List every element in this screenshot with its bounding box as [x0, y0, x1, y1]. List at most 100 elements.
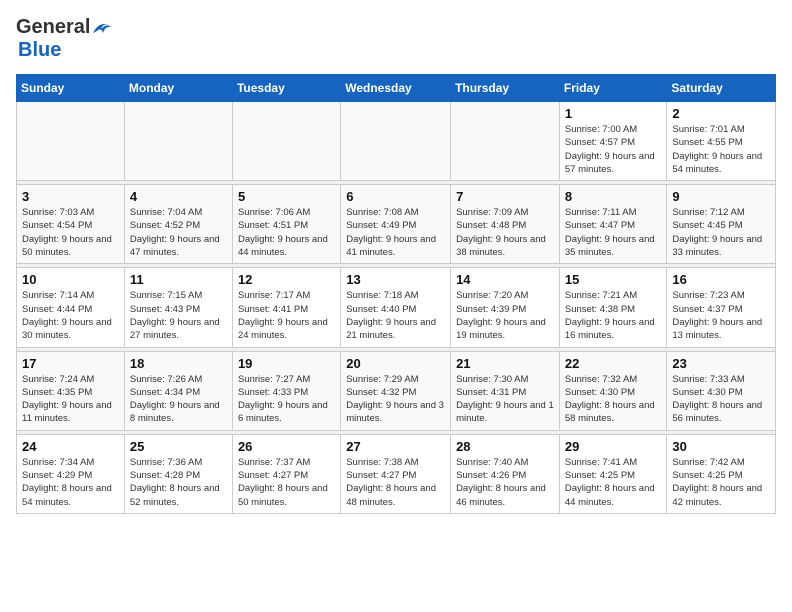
- day-number: 4: [130, 189, 227, 204]
- logo: General Blue: [16, 16, 113, 62]
- calendar-day: 9 Sunrise: 7:12 AM Sunset: 4:45 PM Daylig…: [667, 185, 776, 264]
- day-info: Sunrise: 7:09 AM Sunset: 4:48 PM Dayligh…: [456, 206, 554, 259]
- calendar-day: [124, 102, 232, 181]
- calendar-week-row: 24 Sunrise: 7:34 AM Sunset: 4:29 PM Dayli…: [17, 434, 776, 513]
- day-info: Sunrise: 7:40 AM Sunset: 4:26 PM Dayligh…: [456, 456, 554, 509]
- day-info: Sunrise: 7:38 AM Sunset: 4:27 PM Dayligh…: [346, 456, 445, 509]
- day-info: Sunrise: 7:01 AM Sunset: 4:55 PM Dayligh…: [672, 123, 770, 176]
- day-number: 14: [456, 272, 554, 287]
- calendar-day: 4 Sunrise: 7:04 AM Sunset: 4:52 PM Daylig…: [124, 185, 232, 264]
- calendar-day: 27 Sunrise: 7:38 AM Sunset: 4:27 PM Dayli…: [341, 434, 451, 513]
- day-number: 6: [346, 189, 445, 204]
- calendar-day: [341, 102, 451, 181]
- calendar-week-row: 10 Sunrise: 7:14 AM Sunset: 4:44 PM Dayli…: [17, 268, 776, 347]
- day-number: 15: [565, 272, 662, 287]
- day-info: Sunrise: 7:06 AM Sunset: 4:51 PM Dayligh…: [238, 206, 335, 259]
- day-info: Sunrise: 7:12 AM Sunset: 4:45 PM Dayligh…: [672, 206, 770, 259]
- calendar-week-row: 3Sunrise: 7:03 AM Sunset: 4:54 PM Daylig…: [17, 185, 776, 264]
- col-header-sunday: Sunday: [17, 75, 125, 102]
- day-info: Sunrise: 7:36 AM Sunset: 4:28 PM Dayligh…: [130, 456, 227, 509]
- day-info: Sunrise: 7:08 AM Sunset: 4:49 PM Dayligh…: [346, 206, 445, 259]
- day-info: Sunrise: 7:34 AM Sunset: 4:29 PM Dayligh…: [22, 456, 119, 509]
- day-number: 23: [672, 356, 770, 371]
- day-number: 18: [130, 356, 227, 371]
- day-info: Sunrise: 7:15 AM Sunset: 4:43 PM Dayligh…: [130, 289, 227, 342]
- calendar-day: 24 Sunrise: 7:34 AM Sunset: 4:29 PM Dayli…: [17, 434, 125, 513]
- calendar-day: [451, 102, 560, 181]
- calendar-day: 25 Sunrise: 7:36 AM Sunset: 4:28 PM Dayli…: [124, 434, 232, 513]
- calendar-week-row: 1Sunrise: 7:00 AM Sunset: 4:57 PM Daylig…: [17, 102, 776, 181]
- day-number: 1: [565, 106, 662, 121]
- col-header-wednesday: Wednesday: [341, 75, 451, 102]
- day-number: 25: [130, 439, 227, 454]
- day-number: 29: [565, 439, 662, 454]
- day-number: 2: [672, 106, 770, 121]
- day-number: 27: [346, 439, 445, 454]
- day-info: Sunrise: 7:23 AM Sunset: 4:37 PM Dayligh…: [672, 289, 770, 342]
- calendar-day: 28 Sunrise: 7:40 AM Sunset: 4:26 PM Dayli…: [451, 434, 560, 513]
- calendar-day: 18 Sunrise: 7:26 AM Sunset: 4:34 PM Dayli…: [124, 351, 232, 430]
- calendar-day: 26Sunrise: 7:37 AM Sunset: 4:27 PM Dayli…: [232, 434, 340, 513]
- calendar-day: 3Sunrise: 7:03 AM Sunset: 4:54 PM Daylig…: [17, 185, 125, 264]
- day-number: 12: [238, 272, 335, 287]
- calendar-day: [232, 102, 340, 181]
- calendar-day: 13 Sunrise: 7:18 AM Sunset: 4:40 PM Dayli…: [341, 268, 451, 347]
- logo-bird-icon: [91, 19, 113, 37]
- col-header-tuesday: Tuesday: [232, 75, 340, 102]
- calendar-day: 20Sunrise: 7:29 AM Sunset: 4:32 PM Dayli…: [341, 351, 451, 430]
- calendar-day: 23Sunrise: 7:33 AM Sunset: 4:30 PM Dayli…: [667, 351, 776, 430]
- calendar-day: 30 Sunrise: 7:42 AM Sunset: 4:25 PM Dayli…: [667, 434, 776, 513]
- day-number: 19: [238, 356, 335, 371]
- day-info: Sunrise: 7:14 AM Sunset: 4:44 PM Dayligh…: [22, 289, 119, 342]
- day-number: 11: [130, 272, 227, 287]
- day-number: 13: [346, 272, 445, 287]
- calendar-day: 15 Sunrise: 7:21 AM Sunset: 4:38 PM Dayli…: [559, 268, 667, 347]
- day-number: 28: [456, 439, 554, 454]
- day-info: Sunrise: 7:21 AM Sunset: 4:38 PM Dayligh…: [565, 289, 662, 342]
- day-info: Sunrise: 7:27 AM Sunset: 4:33 PM Dayligh…: [238, 373, 335, 426]
- day-info: Sunrise: 7:29 AM Sunset: 4:32 PM Dayligh…: [346, 373, 445, 426]
- day-number: 30: [672, 439, 770, 454]
- calendar-day: 16 Sunrise: 7:23 AM Sunset: 4:37 PM Dayli…: [667, 268, 776, 347]
- calendar-day: 12 Sunrise: 7:17 AM Sunset: 4:41 PM Dayli…: [232, 268, 340, 347]
- day-info: Sunrise: 7:42 AM Sunset: 4:25 PM Dayligh…: [672, 456, 770, 509]
- day-number: 17: [22, 356, 119, 371]
- calendar-day: 14 Sunrise: 7:20 AM Sunset: 4:39 PM Dayli…: [451, 268, 560, 347]
- day-info: Sunrise: 7:18 AM Sunset: 4:40 PM Dayligh…: [346, 289, 445, 342]
- day-number: 22: [565, 356, 662, 371]
- calendar-day: 11 Sunrise: 7:15 AM Sunset: 4:43 PM Dayli…: [124, 268, 232, 347]
- logo-blue-text: Blue: [18, 39, 61, 61]
- day-number: 26: [238, 439, 335, 454]
- calendar-day: 21Sunrise: 7:30 AM Sunset: 4:31 PM Dayli…: [451, 351, 560, 430]
- day-number: 24: [22, 439, 119, 454]
- day-number: 16: [672, 272, 770, 287]
- logo-text: General: [16, 16, 113, 39]
- col-header-thursday: Thursday: [451, 75, 560, 102]
- day-info: Sunrise: 7:04 AM Sunset: 4:52 PM Dayligh…: [130, 206, 227, 259]
- day-number: 9: [672, 189, 770, 204]
- day-info: Sunrise: 7:17 AM Sunset: 4:41 PM Dayligh…: [238, 289, 335, 342]
- col-header-saturday: Saturday: [667, 75, 776, 102]
- calendar-day: 6 Sunrise: 7:08 AM Sunset: 4:49 PM Daylig…: [341, 185, 451, 264]
- page-header: General Blue: [16, 16, 776, 62]
- day-info: Sunrise: 7:20 AM Sunset: 4:39 PM Dayligh…: [456, 289, 554, 342]
- col-header-monday: Monday: [124, 75, 232, 102]
- day-number: 7: [456, 189, 554, 204]
- day-number: 21: [456, 356, 554, 371]
- day-number: 3: [22, 189, 119, 204]
- calendar-day: [17, 102, 125, 181]
- calendar-day: 2 Sunrise: 7:01 AM Sunset: 4:55 PM Daylig…: [667, 102, 776, 181]
- day-info: Sunrise: 7:26 AM Sunset: 4:34 PM Dayligh…: [130, 373, 227, 426]
- calendar-day: 5 Sunrise: 7:06 AM Sunset: 4:51 PM Daylig…: [232, 185, 340, 264]
- day-number: 5: [238, 189, 335, 204]
- day-info: Sunrise: 7:32 AM Sunset: 4:30 PM Dayligh…: [565, 373, 662, 426]
- calendar-day: 7 Sunrise: 7:09 AM Sunset: 4:48 PM Daylig…: [451, 185, 560, 264]
- day-info: Sunrise: 7:41 AM Sunset: 4:25 PM Dayligh…: [565, 456, 662, 509]
- calendar-day: 10 Sunrise: 7:14 AM Sunset: 4:44 PM Dayli…: [17, 268, 125, 347]
- calendar-day: 19 Sunrise: 7:27 AM Sunset: 4:33 PM Dayli…: [232, 351, 340, 430]
- day-info: Sunrise: 7:11 AM Sunset: 4:47 PM Dayligh…: [565, 206, 662, 259]
- day-number: 10: [22, 272, 119, 287]
- day-info: Sunrise: 7:24 AM Sunset: 4:35 PM Dayligh…: [22, 373, 119, 426]
- col-header-friday: Friday: [559, 75, 667, 102]
- calendar-day: 22 Sunrise: 7:32 AM Sunset: 4:30 PM Dayli…: [559, 351, 667, 430]
